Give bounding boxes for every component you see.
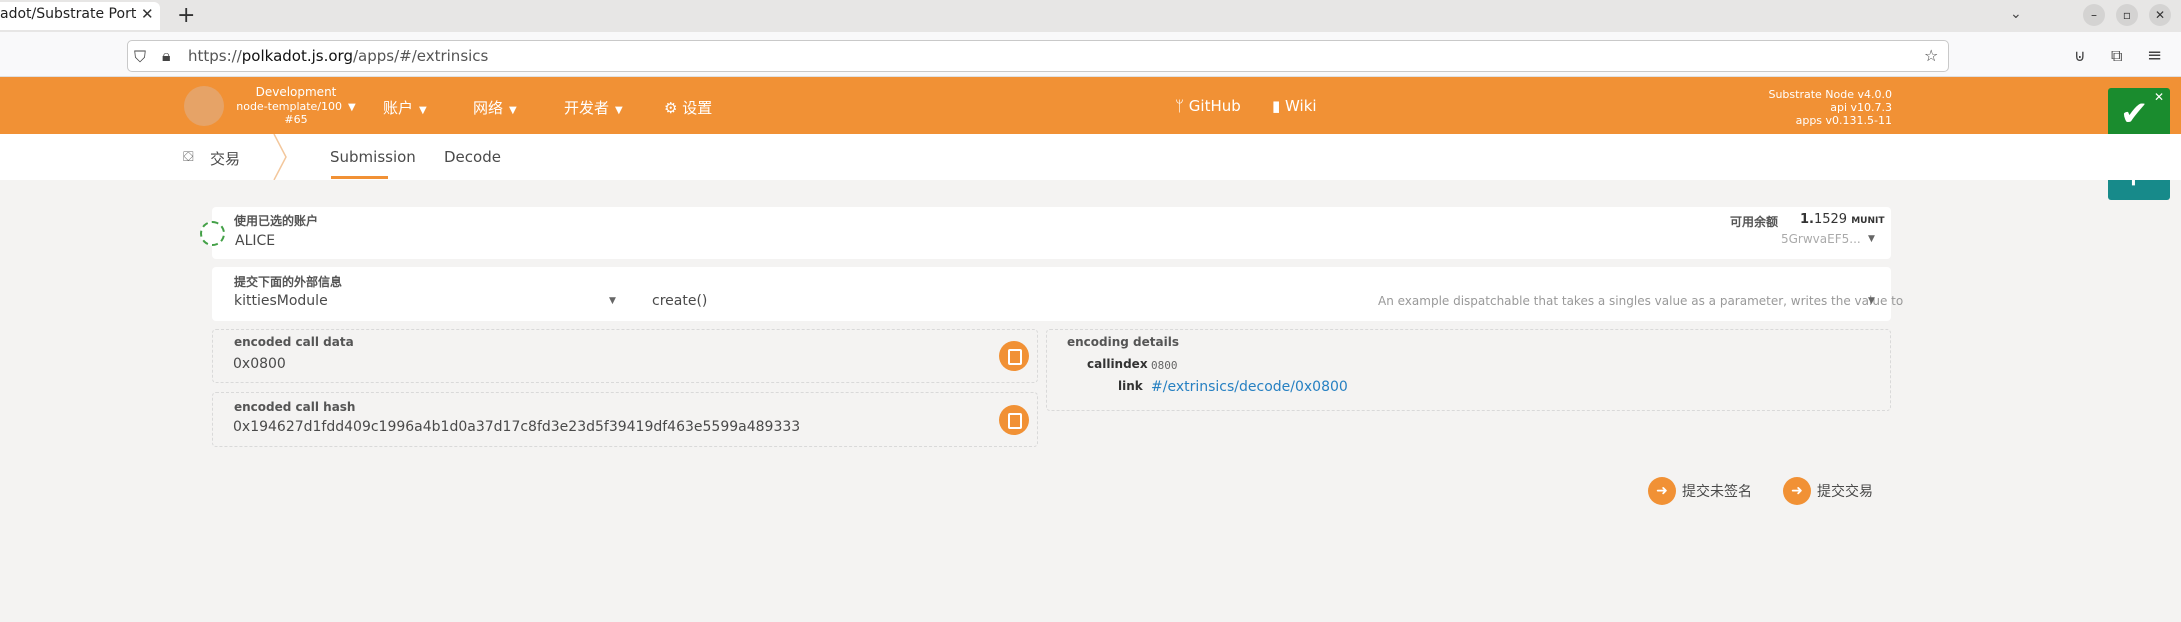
balance-value: 1.1529 MUNIT xyxy=(1800,212,1885,227)
tab-close-icon[interactable]: ✕ xyxy=(141,5,154,23)
chevron-down-icon: ▼ xyxy=(509,105,517,116)
encoded-call-hash-label: encoded call hash xyxy=(234,400,356,414)
encoded-call-data-label: encoded call data xyxy=(234,335,354,349)
callindex-label: callindex xyxy=(1087,357,1148,371)
block-number: #65 xyxy=(284,113,308,126)
shield-icon[interactable]: ⛉ xyxy=(134,47,146,67)
bookmark-star-icon[interactable]: ☆ xyxy=(1924,46,1938,65)
breadcrumb-separator xyxy=(273,134,287,180)
chain-name[interactable]: Development xyxy=(234,85,358,99)
book-icon: ▮ xyxy=(1272,97,1286,115)
chevron-down-icon: ▼ xyxy=(615,105,623,116)
copy-icon[interactable] xyxy=(999,405,1029,435)
chevron-down-icon[interactable]: ▼ xyxy=(1868,234,1875,244)
chain-runtime[interactable]: node-template/100 ▼ xyxy=(234,100,358,113)
account-name[interactable]: ALICE xyxy=(235,233,275,249)
close-icon[interactable]: ✕ xyxy=(2154,90,2164,104)
balance-label: 可用余额 xyxy=(1730,215,1779,229)
menu-icon[interactable]: ≡ xyxy=(2147,45,2162,66)
menu-settings[interactable]: ⚙ 设置 xyxy=(664,97,712,118)
account-selector[interactable] xyxy=(212,207,1891,259)
active-tab-indicator xyxy=(331,176,388,179)
chevron-down-icon: ▼ xyxy=(348,102,356,113)
chevron-down-icon: ▼ xyxy=(419,105,427,116)
sign-in-icon[interactable]: ➜ xyxy=(1783,477,1811,505)
api-version: api v10.7.3 xyxy=(1830,101,1892,114)
restore-icon[interactable]: ▫ xyxy=(2116,4,2138,26)
gears-icon: ⚙ xyxy=(664,99,683,117)
submit-unsigned-button[interactable]: 提交未签名 xyxy=(1682,481,1752,501)
chain-logo[interactable] xyxy=(184,86,224,126)
menu-developer[interactable]: 开发者 ▼ xyxy=(564,97,623,118)
submit-transaction-button[interactable]: 提交交易 xyxy=(1817,481,1873,501)
extensions-icon[interactable]: ⧉ xyxy=(2111,46,2122,66)
browser-tabstrip xyxy=(0,0,2181,32)
copy-icon[interactable] xyxy=(999,341,1029,371)
minimize-icon[interactable]: – xyxy=(2083,4,2105,26)
account-address: 5GrwvaEF5... xyxy=(1781,232,1861,246)
account-identicon xyxy=(200,221,225,246)
tab-submission[interactable]: Submission xyxy=(330,148,416,166)
pocket-icon[interactable]: ⊍ xyxy=(2074,46,2086,65)
menu-accounts[interactable]: 账户 ▼ xyxy=(383,97,427,118)
call-select[interactable]: create() xyxy=(652,293,707,309)
node-version: Substrate Node v4.0.0 xyxy=(1768,88,1892,101)
tab-decode[interactable]: Decode xyxy=(444,148,501,166)
url-text[interactable]: https://polkadot.js.org/apps/#/extrinsic… xyxy=(188,47,488,65)
encoding-details-title: encoding details xyxy=(1067,335,1179,349)
tab-list-icon[interactable]: ⌄ xyxy=(2010,6,2022,22)
call-description: An example dispatchable that takes a sin… xyxy=(1378,294,1904,308)
branch-icon: ᛘ xyxy=(1175,97,1189,115)
browser-tab-title: adot/Substrate Port xyxy=(0,6,137,22)
chevron-down-icon[interactable]: ▼ xyxy=(609,296,616,306)
chevron-down-icon[interactable]: ▼ xyxy=(1868,296,1875,306)
menu-network[interactable]: 网络 ▼ xyxy=(473,97,517,118)
extrinsic-label: 提交下面的外部信息 xyxy=(234,275,343,289)
wiki-link[interactable]: ▮ Wiki xyxy=(1272,97,1317,115)
checkmark-icon: ✔ xyxy=(2120,94,2149,134)
close-window-icon[interactable]: ✕ xyxy=(2149,4,2171,26)
callindex-value: 0800 xyxy=(1151,359,1178,372)
lock-icon[interactable]: 🔒︎ xyxy=(162,46,171,66)
encoded-call-data-value[interactable]: 0x0800 xyxy=(233,356,286,372)
github-link[interactable]: ᛘ GitHub xyxy=(1175,97,1241,115)
decode-link[interactable]: #/extrinsics/decode/0x0800 xyxy=(1151,379,1348,395)
encoded-call-hash-value[interactable]: 0x194627d1fdd409c1996a4b1d0a37d17c8fd3e2… xyxy=(233,419,800,435)
sign-in-icon[interactable]: ➜ xyxy=(1648,477,1676,505)
module-select[interactable]: kittiesModule xyxy=(234,293,328,309)
apps-version: apps v0.131.5-11 xyxy=(1795,114,1892,127)
link-label: link xyxy=(1118,379,1143,393)
account-label: 使用已选的账户 xyxy=(234,214,319,228)
section-title: 交易 xyxy=(210,150,241,168)
inbox-icon: ⛋ xyxy=(183,149,194,165)
sub-navigation xyxy=(0,134,2181,180)
new-tab-button[interactable]: + xyxy=(177,3,195,28)
